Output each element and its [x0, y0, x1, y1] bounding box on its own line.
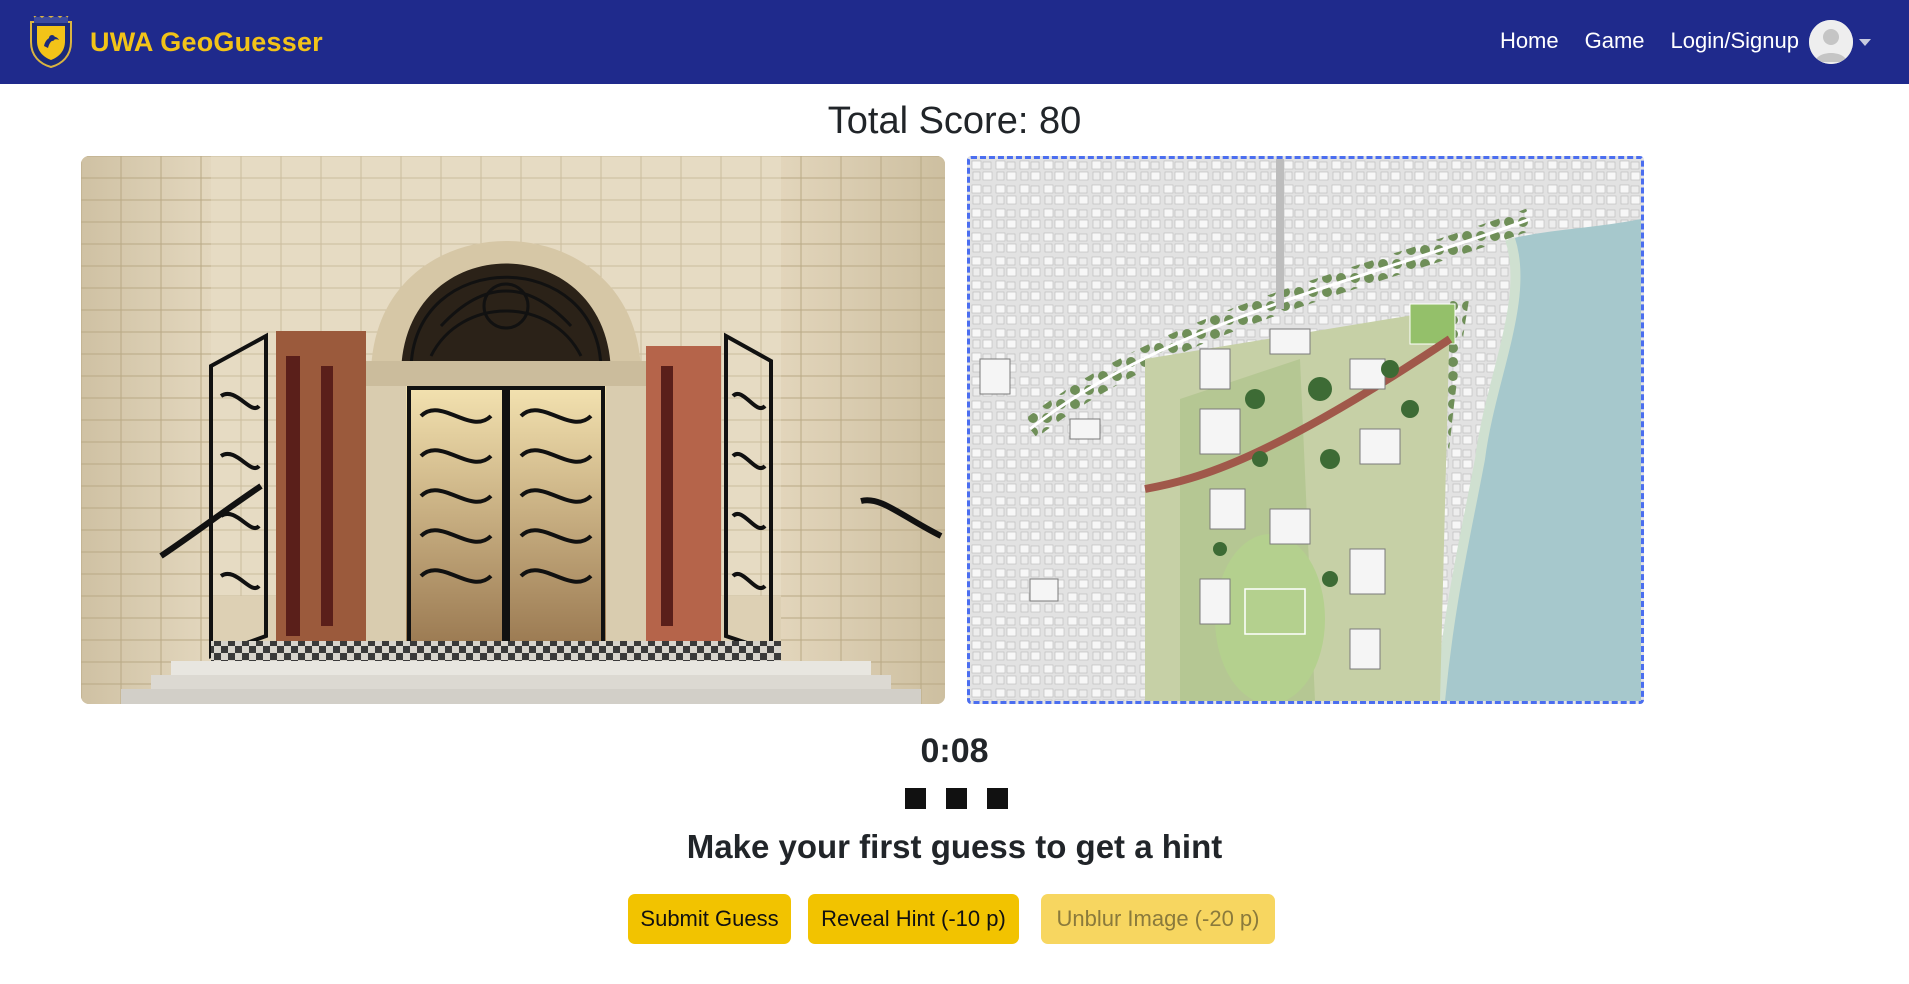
user-avatar-icon[interactable] [1809, 20, 1853, 64]
hint-square-icon [905, 788, 926, 809]
brand-title[interactable]: UWA GeoGuesser [90, 27, 323, 58]
location-photo [81, 156, 945, 704]
hint-square-icon [946, 788, 967, 809]
reveal-hint-button[interactable]: Reveal Hint (-10 p) [808, 894, 1019, 944]
navbar: UWA GeoGuesser Home Game Login/Signup [0, 0, 1909, 84]
chevron-down-icon[interactable] [1859, 38, 1871, 46]
uwa-crest-icon [30, 16, 72, 68]
hint-message: Make your first guess to get a hint [686, 828, 1223, 865]
total-score: Total Score: 80 [827, 100, 1082, 142]
user-menu-toggle[interactable] [1809, 20, 1871, 64]
unblur-image-button: Unblur Image (-20 p) [1041, 894, 1275, 944]
hint-indicator [905, 788, 1008, 809]
submit-guess-button[interactable]: Submit Guess [628, 894, 791, 944]
hint-square-icon [987, 788, 1008, 809]
nav-links: Home Game Login/Signup [1500, 28, 1799, 54]
countdown-timer: 0:08 [920, 732, 989, 770]
nav-login-signup-link[interactable]: Login/Signup [1671, 28, 1799, 54]
campus-map[interactable] [967, 156, 1644, 704]
nav-game-link[interactable]: Game [1585, 28, 1645, 54]
brand-link[interactable]: UWA GeoGuesser [28, 16, 323, 68]
nav-home-link[interactable]: Home [1500, 28, 1559, 54]
